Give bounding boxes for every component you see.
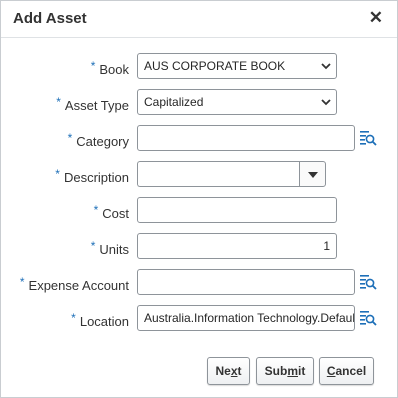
required-marker: * (90, 239, 96, 253)
required-marker: * (71, 311, 76, 325)
units-value: 1 (323, 239, 330, 253)
book-label: * Book (90, 59, 129, 77)
category-input[interactable] (137, 125, 355, 151)
description-dropdown-button[interactable] (299, 161, 326, 187)
book-row: * Book AUS CORPORATE BOOK (1, 53, 397, 79)
required-marker: * (56, 95, 61, 109)
cancel-button[interactable]: Cancel (319, 357, 374, 385)
required-marker: * (90, 59, 96, 73)
location-row: * Location Australia.Information Technolo… (1, 305, 397, 331)
book-value: AUS CORPORATE BOOK (144, 59, 286, 73)
chevron-down-icon (321, 63, 331, 70)
description-label: * Description (55, 167, 129, 185)
required-marker: * (93, 203, 99, 217)
category-row: * Category (1, 125, 397, 151)
expense-account-label: * Expense Account (19, 275, 129, 293)
dialog-title: Add Asset (13, 10, 87, 27)
units-label: * Units (90, 239, 129, 257)
access-key: x (230, 364, 238, 378)
location-label: * Location (71, 311, 129, 329)
cost-input[interactable] (137, 197, 337, 223)
access-key: m (287, 364, 298, 378)
submit-button[interactable]: Submit (256, 357, 314, 385)
required-marker: * (19, 275, 25, 289)
cost-row: * Cost (1, 197, 397, 223)
expense-account-row: * Expense Account (1, 269, 397, 295)
units-input[interactable]: 1 (137, 233, 337, 259)
location-input[interactable]: Australia.Information Technology.Default (137, 305, 355, 331)
units-row: * Units 1 (1, 233, 397, 259)
book-select[interactable]: AUS CORPORATE BOOK (137, 53, 337, 79)
required-marker: * (55, 167, 60, 181)
required-marker: * (67, 131, 73, 145)
asset-type-row: * Asset Type Capitalized (1, 89, 397, 115)
next-button[interactable]: Next (207, 357, 250, 385)
cost-label: * Cost (93, 203, 129, 221)
description-row: * Description (1, 161, 397, 187)
search-list-icon[interactable] (359, 129, 377, 147)
close-icon[interactable]: ✕ (369, 8, 383, 28)
search-list-icon[interactable] (359, 273, 377, 291)
description-input[interactable] (137, 161, 299, 187)
triangle-down-icon (308, 172, 318, 178)
category-label: * Category (67, 131, 129, 149)
add-asset-dialog: Add Asset ✕ * Book AUS CORPORATE BOOK * As… (0, 0, 398, 398)
asset-type-value: Capitalized (144, 95, 204, 109)
chevron-down-icon (321, 99, 331, 106)
location-value: Australia.Information Technology.Default (144, 311, 355, 325)
search-list-icon[interactable] (359, 309, 377, 327)
title-divider (1, 37, 397, 38)
asset-type-label: * Asset Type (56, 95, 129, 113)
asset-type-select[interactable]: Capitalized (137, 89, 337, 115)
expense-account-input[interactable] (137, 269, 355, 295)
